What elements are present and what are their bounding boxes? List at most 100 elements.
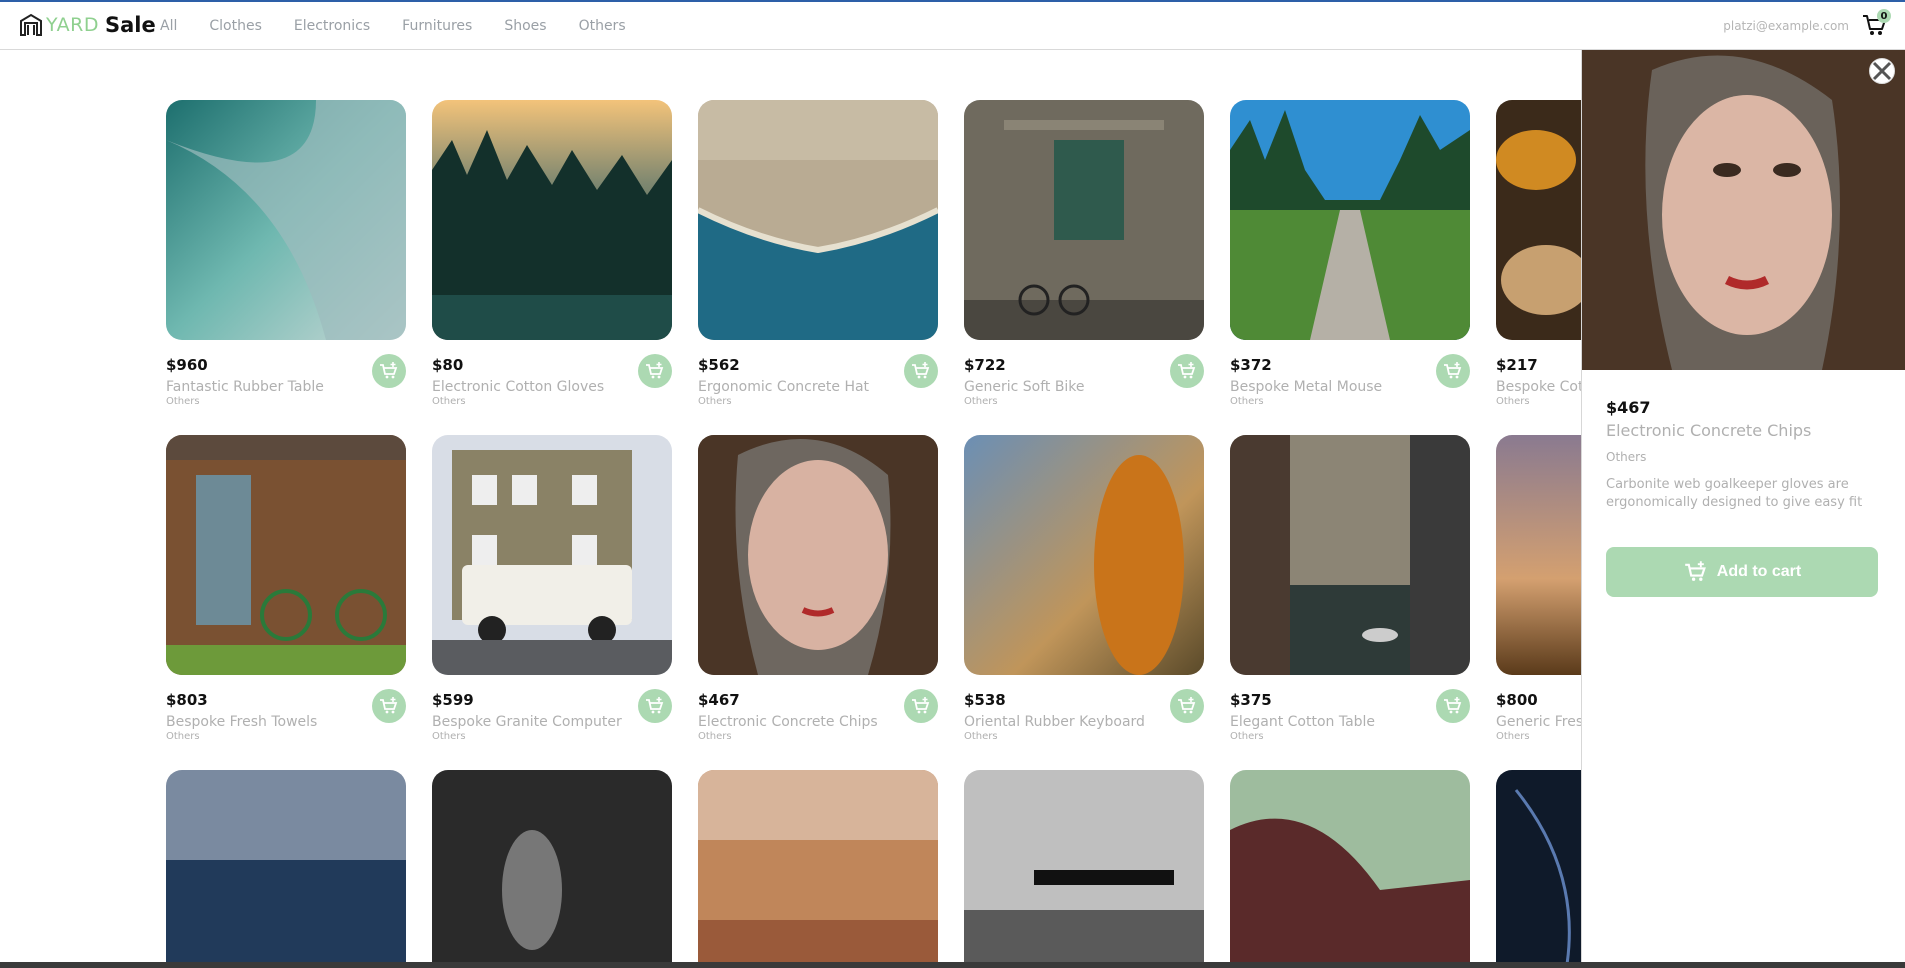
product-image[interactable] (432, 100, 672, 340)
product-image[interactable] (432, 435, 672, 675)
detail-description: Carbonite web goalkeeper gloves are ergo… (1606, 477, 1863, 510)
product-name: Fantastic Rubber Table (166, 379, 324, 395)
product-category: Others (432, 396, 466, 407)
product-grid: $960 Fantastic Rubber Table Others $80 E… (166, 100, 1582, 962)
product-name: Bespoke Cotton (1496, 379, 1582, 395)
product-card[interactable]: $80 Electronic Cotton Gloves Others (432, 100, 672, 407)
close-detail-button[interactable] (1869, 58, 1895, 84)
product-image[interactable] (698, 435, 938, 675)
store-icon (20, 13, 42, 36)
add-cart-icon (380, 362, 398, 379)
product-price: $800 (1496, 691, 1538, 709)
product-category: Others (1496, 396, 1530, 407)
logo-sale-text: Sale (104, 13, 156, 37)
product-price: $722 (964, 356, 1006, 374)
user-email[interactable]: platzi@example.com (1723, 19, 1849, 33)
product-image[interactable] (166, 100, 406, 340)
product-card[interactable]: $375 Elegant Cotton Table Others (1230, 435, 1470, 742)
add-to-cart-button[interactable]: Add to cart (1606, 547, 1878, 597)
product-image[interactable] (1230, 770, 1470, 962)
add-to-cart-button[interactable] (904, 689, 938, 723)
product-card[interactable] (964, 770, 1204, 962)
product-price: $599 (432, 691, 474, 709)
product-price: $467 (698, 691, 740, 709)
add-to-cart-button[interactable] (638, 354, 672, 388)
product-card[interactable]: $599 Bespoke Granite Computer Others (432, 435, 672, 742)
add-to-cart-button[interactable] (904, 354, 938, 388)
product-image[interactable] (1496, 770, 1582, 962)
product-image[interactable] (166, 435, 406, 675)
add-cart-icon (1684, 561, 1706, 581)
detail-name: Electronic Concrete Chips (1606, 421, 1812, 440)
add-to-cart-button[interactable] (1170, 689, 1204, 723)
nav-others[interactable]: Others (579, 18, 626, 34)
product-card[interactable] (1496, 770, 1582, 962)
product-image[interactable] (698, 100, 938, 340)
product-image[interactable] (1230, 435, 1470, 675)
product-name: Ergonomic Concrete Hat (698, 379, 870, 395)
add-to-cart-button[interactable] (1436, 689, 1470, 723)
product-category: Others (1230, 731, 1264, 742)
nav-furnitures[interactable]: Furnitures (402, 18, 472, 34)
product-card[interactable]: $722 Generic Soft Bike Others (964, 100, 1204, 407)
detail-price: $467 (1606, 398, 1651, 417)
product-name: Bespoke Fresh Towels (166, 714, 318, 730)
product-card[interactable] (1230, 770, 1470, 962)
add-cart-icon (646, 697, 664, 714)
nav-shoes[interactable]: Shoes (504, 18, 546, 34)
add-to-cart-button[interactable] (372, 354, 406, 388)
product-price: $80 (432, 356, 464, 374)
product-image[interactable] (964, 100, 1204, 340)
product-category: Others (166, 731, 200, 742)
category-nav: All Clothes Electronics Furnitures Shoes… (160, 18, 658, 34)
add-to-cart-button[interactable] (638, 689, 672, 723)
nav-all[interactable]: All (160, 18, 177, 34)
product-name: Electronic Concrete Chips (698, 714, 878, 730)
product-name: Oriental Rubber Keyboard (964, 714, 1145, 730)
product-price: $217 (1496, 356, 1538, 374)
product-card[interactable]: $217 Bespoke Cotton Others (1496, 100, 1582, 407)
product-detail-panel: $467 Electronic Concrete Chips Others Ca… (1581, 50, 1905, 962)
product-card[interactable] (698, 770, 938, 962)
add-to-cart-button[interactable] (1436, 354, 1470, 388)
logo[interactable]: YARD Sale (19, 13, 156, 37)
product-image[interactable] (1496, 435, 1582, 675)
product-price: $803 (166, 691, 208, 709)
add-cart-icon (1178, 362, 1196, 379)
product-category: Others (1496, 731, 1530, 742)
bottom-edge (0, 962, 1905, 968)
product-card[interactable] (432, 770, 672, 962)
product-price: $538 (964, 691, 1006, 709)
nav-clothes[interactable]: Clothes (209, 18, 262, 34)
cart-count-badge: 0 (1877, 9, 1891, 23)
add-cart-icon (912, 697, 930, 714)
product-category: Others (964, 396, 998, 407)
add-to-cart-button[interactable] (372, 689, 406, 723)
product-image[interactable] (964, 770, 1204, 962)
product-image[interactable] (964, 435, 1204, 675)
product-card[interactable]: $538 Oriental Rubber Keyboard Others (964, 435, 1204, 742)
product-image[interactable] (432, 770, 672, 962)
product-card[interactable]: $467 Electronic Concrete Chips Others (698, 435, 938, 742)
product-card[interactable]: $803 Bespoke Fresh Towels Others (166, 435, 406, 742)
product-card[interactable] (166, 770, 406, 962)
product-image[interactable] (1230, 100, 1470, 340)
product-card[interactable]: $800 Generic Fresh Others (1496, 435, 1582, 742)
add-cart-icon (1178, 697, 1196, 714)
product-image[interactable] (1496, 100, 1582, 340)
product-name: Bespoke Granite Computer (432, 714, 622, 730)
nav-electronics[interactable]: Electronics (294, 18, 370, 34)
product-image[interactable] (166, 770, 406, 962)
product-image[interactable] (698, 770, 938, 962)
add-cart-icon (646, 362, 664, 379)
add-cart-icon (912, 362, 930, 379)
detail-category: Others (1606, 450, 1647, 464)
product-card[interactable]: $960 Fantastic Rubber Table Others (166, 100, 406, 407)
add-cart-icon (380, 697, 398, 714)
add-cart-icon (1444, 697, 1462, 714)
product-name: Elegant Cotton Table (1230, 714, 1376, 730)
product-card[interactable]: $372 Bespoke Metal Mouse Others (1230, 100, 1470, 407)
product-card[interactable]: $562 Ergonomic Concrete Hat Others (698, 100, 938, 407)
product-name: Generic Fresh (1496, 714, 1582, 730)
add-to-cart-button[interactable] (1170, 354, 1204, 388)
